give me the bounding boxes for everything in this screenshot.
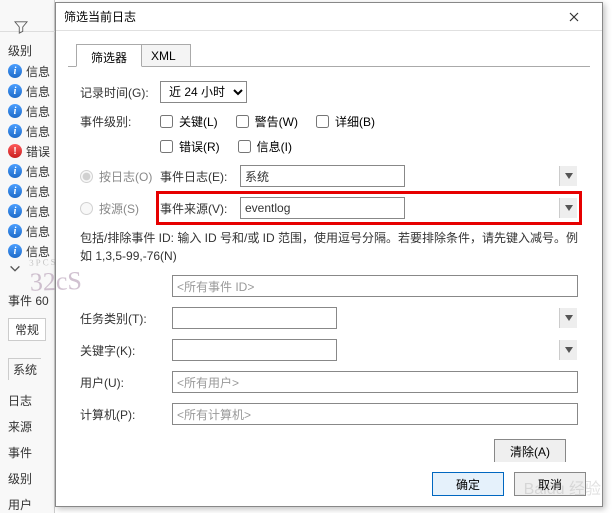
general-tab: 常规 <box>8 318 46 341</box>
titlebar: 筛选当前日志 <box>56 3 602 31</box>
info-icon: i <box>8 104 22 118</box>
chevron-down-icon <box>559 166 577 186</box>
bg-row-info: i信息 <box>8 202 52 220</box>
bg-log-label: 日志 <box>8 392 32 409</box>
label-time: 记录时间(G): <box>80 84 160 101</box>
dialog-footer: 确定 取消 <box>56 462 602 506</box>
bg-row-info: i信息 <box>8 242 52 260</box>
info-icon: i <box>8 64 22 78</box>
chevron-down-icon <box>559 308 577 328</box>
label-task: 任务类别(T): <box>80 310 172 327</box>
row-computer: 计算机(P): <box>80 403 578 425</box>
dialog-content: 筛选器 XML 记录时间(G): 近 24 小时 事件级别: 关键(L) 警告(… <box>56 31 602 483</box>
info-icon: i <box>8 124 22 138</box>
row-bylog: 按日志(O) 事件日志(E): <box>80 165 578 187</box>
bg-row-info: i信息 <box>8 102 52 120</box>
info-icon: i <box>8 84 22 98</box>
label-computer: 计算机(P): <box>80 406 172 423</box>
close-button[interactable] <box>554 3 594 31</box>
bg-row-info: i信息 <box>8 82 52 100</box>
row-task: 任务类别(T): <box>80 307 578 329</box>
bg-row-info: i信息 <box>8 182 52 200</box>
computer-input[interactable] <box>172 403 578 425</box>
chevron-down-icon <box>559 340 577 360</box>
label-eventlog: 事件日志(E): <box>160 168 240 185</box>
user-input[interactable] <box>172 371 578 393</box>
check-critical[interactable]: 关键(L) <box>160 113 218 130</box>
tab-xml[interactable]: XML <box>136 44 191 67</box>
filter-form: 记录时间(G): 近 24 小时 事件级别: 关键(L) 警告(W) 详细(B) <box>68 67 590 471</box>
check-verbose[interactable]: 详细(B) <box>316 113 375 130</box>
background-panel: 级别 i信息 i信息 i信息 i信息 !错误 i信息 i信息 i信息 i信息 i… <box>0 0 55 513</box>
ok-button[interactable]: 确定 <box>432 472 504 496</box>
tab-filter[interactable]: 筛选器 <box>76 44 142 67</box>
bg-row-info: i信息 <box>8 122 52 140</box>
time-select[interactable]: 近 24 小时 <box>160 81 247 103</box>
row-keywords: 关键字(K): <box>80 339 578 361</box>
tabs: 筛选器 XML <box>68 43 590 67</box>
radio-bysource[interactable]: 按源(S) <box>80 200 160 217</box>
chevron-down-icon <box>8 262 22 276</box>
info-icon: i <box>8 224 22 238</box>
bg-row-error: !错误 <box>8 142 52 160</box>
radio-bylog[interactable]: 按日志(O) <box>80 168 160 185</box>
row-level: 事件级别: 关键(L) 警告(W) 详细(B) 错误(R) 信息(I) <box>80 113 578 155</box>
check-info[interactable]: 信息(I) <box>238 138 292 155</box>
bg-toolbar <box>0 8 55 32</box>
eventlog-select[interactable] <box>240 165 405 187</box>
label-user: 用户(U): <box>80 374 172 391</box>
level-header: 级别 <box>8 42 32 59</box>
bg-row-info: i信息 <box>8 62 52 80</box>
bg-user-label: 用户 <box>8 496 32 513</box>
bg-row-info: i信息 <box>8 162 52 180</box>
event-header: 事件 60 <box>8 292 49 309</box>
info-icon: i <box>8 164 22 178</box>
info-icon: i <box>8 184 22 198</box>
keywords-select[interactable] <box>172 339 337 361</box>
bg-level-label: 级别 <box>8 470 32 487</box>
label-level: 事件级别: <box>80 113 160 130</box>
filter-dialog: 筛选当前日志 筛选器 XML 记录时间(G): 近 24 小时 事件级别: <box>55 2 603 507</box>
row-bysource: 按源(S) 事件来源(V): <box>80 197 578 219</box>
row-eventid <box>80 275 578 297</box>
eventsource-select[interactable] <box>240 197 405 219</box>
chevron-down-icon <box>559 198 577 218</box>
error-icon: ! <box>8 144 22 158</box>
row-clear: 清除(A) <box>80 435 578 463</box>
close-icon <box>569 12 579 22</box>
cancel-button[interactable]: 取消 <box>514 472 586 496</box>
row-user: 用户(U): <box>80 371 578 393</box>
label-eventsource: 事件来源(V): <box>160 200 240 217</box>
row-time: 记录时间(G): 近 24 小时 <box>80 81 578 103</box>
info-icon: i <box>8 204 22 218</box>
eventid-input[interactable] <box>172 275 578 297</box>
info-icon: i <box>8 244 22 258</box>
bg-eventid-label: 事件 <box>8 444 32 461</box>
check-warning[interactable]: 警告(W) <box>236 113 298 130</box>
task-select[interactable] <box>172 307 337 329</box>
dialog-title: 筛选当前日志 <box>64 8 136 25</box>
label-keywords: 关键字(K): <box>80 342 172 359</box>
bg-row-info: i信息 <box>8 222 52 240</box>
funnel-icon <box>14 20 28 34</box>
sys-row: 系统 <box>8 358 41 380</box>
clear-button[interactable]: 清除(A) <box>494 439 566 463</box>
check-error[interactable]: 错误(R) <box>160 138 220 155</box>
eventid-hint: 包括/排除事件 ID: 输入 ID 号和/或 ID 范围，使用逗号分隔。若要排除… <box>80 229 578 265</box>
bg-source-label: 来源 <box>8 418 32 435</box>
